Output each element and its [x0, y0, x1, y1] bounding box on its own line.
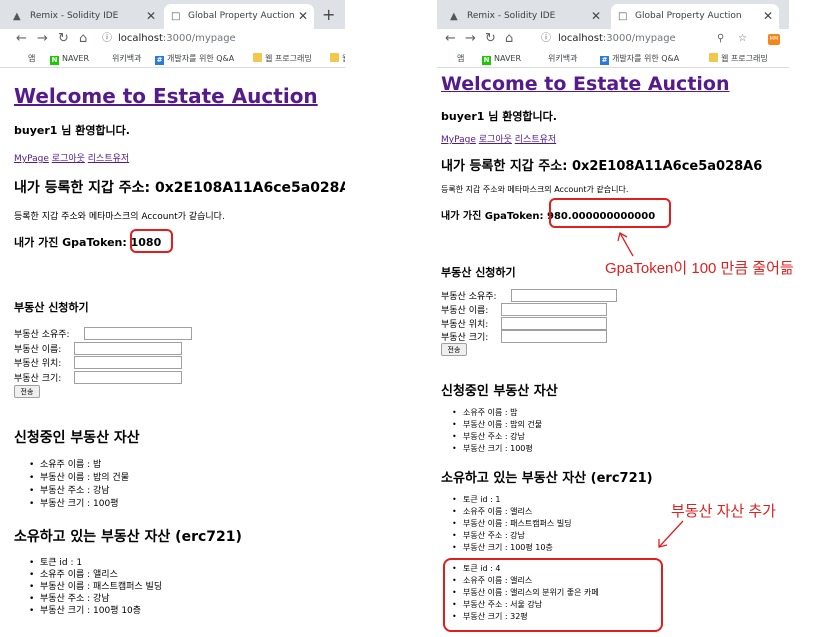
- asset-arrow: [658, 520, 684, 548]
- annotation-arrows: [617, 232, 684, 548]
- annotation-token-decrease: GpaToken이 100 만큼 줄어듦: [605, 260, 794, 277]
- annotation-asset-added: 부동산 자산 추가: [671, 503, 776, 520]
